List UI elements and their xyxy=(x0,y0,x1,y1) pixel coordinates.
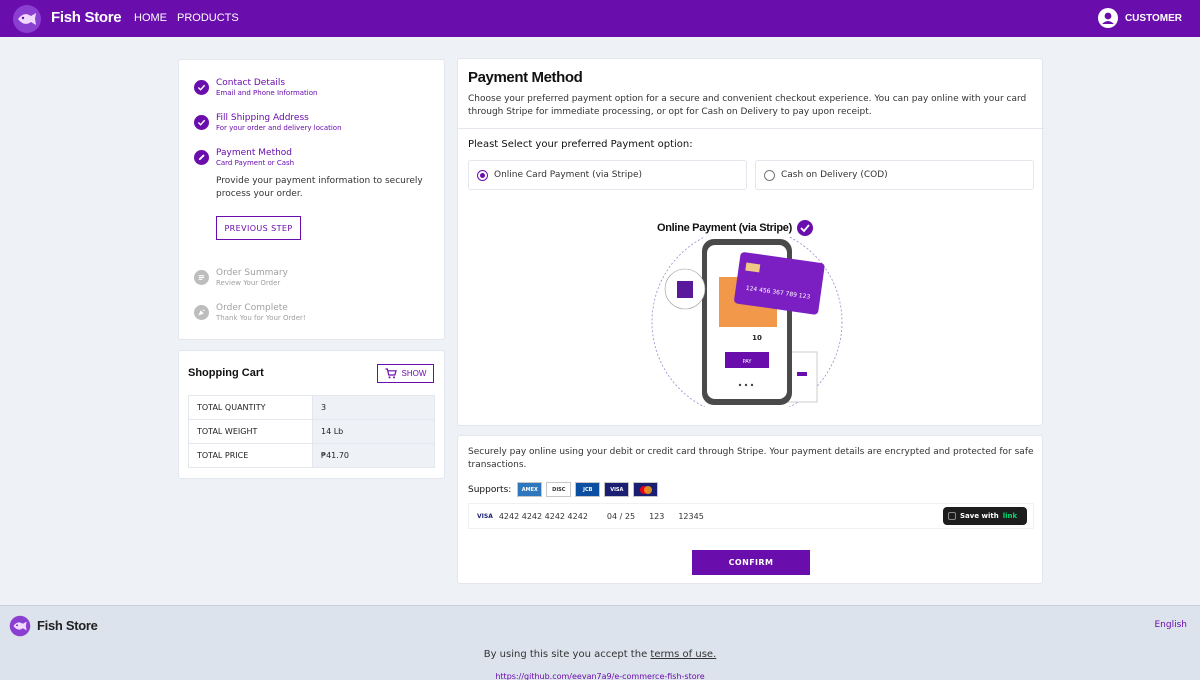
user-menu[interactable]: CUSTOMER xyxy=(1097,8,1182,28)
step-subtitle: Review Your Order xyxy=(216,279,281,287)
top-bar: Fish Store HOME PRODUCTS CUSTOMER xyxy=(0,0,1200,37)
card-zip-input[interactable]: 12345 xyxy=(678,512,703,521)
payment-description: Choose your preferred payment option for… xyxy=(468,94,1027,117)
stripe-description: Securely pay online using your debit or … xyxy=(468,447,1034,470)
language-selector[interactable]: English xyxy=(1155,620,1188,630)
option-cash-on-delivery[interactable]: Cash on Delivery (COD) xyxy=(755,160,1034,190)
terms-notice: By using this site you accept the terms … xyxy=(0,649,1200,660)
table-row: TOTAL QUANTITY 3 xyxy=(188,395,435,420)
table-row: TOTAL WEIGHT 14 Lb xyxy=(188,419,435,444)
nav-products-link[interactable]: PRODUCTS xyxy=(177,12,239,24)
mastercard-icon xyxy=(633,482,659,497)
account-circle-icon[interactable] xyxy=(1097,8,1118,28)
save-with-link-button[interactable]: Save with link xyxy=(943,507,1027,525)
celebration-icon xyxy=(194,305,209,320)
radio-selected[interactable] xyxy=(477,169,488,181)
check-circle-icon xyxy=(194,80,209,95)
cart-summary-table: TOTAL QUANTITY 3 TOTAL WEIGHT 14 Lb TOTA… xyxy=(188,395,435,468)
cart-row-label: TOTAL PRICE xyxy=(188,443,313,468)
illustration-title-text: Online Payment (via Stripe) xyxy=(657,222,792,234)
option-label: Online Card Payment (via Stripe) xyxy=(494,170,642,180)
fish-store-logo[interactable] xyxy=(9,615,31,637)
list-icon xyxy=(194,270,209,285)
discover-icon: DISC xyxy=(546,482,572,497)
shopping-cart-card: Shopping Cart SHOW TOTAL QUANTITY 3 TOTA… xyxy=(178,350,445,479)
amex-icon: AMEX xyxy=(517,482,543,497)
cart-row-value: ₱41.70 xyxy=(312,443,435,468)
step-subtitle: Email and Phone Information xyxy=(216,89,318,97)
footer-brand: Fish Store xyxy=(37,618,98,633)
step-subtitle: Thank You for Your Order! xyxy=(216,314,306,322)
stripe-payment-card: Securely pay online using your debit or … xyxy=(457,435,1043,584)
terms-prefix: By using this site you accept the xyxy=(483,649,648,660)
step-subtitle: For your order and delivery location xyxy=(216,124,342,132)
card-cvc-input[interactable]: 123 xyxy=(649,512,664,521)
cart-row-label: TOTAL QUANTITY xyxy=(188,395,313,420)
visa-icon: VISA xyxy=(604,482,630,497)
table-row: TOTAL PRICE ₱41.70 xyxy=(188,443,435,468)
illustration-title: Online Payment (via Stripe) xyxy=(657,220,813,236)
page-title: Payment Method xyxy=(468,69,583,86)
edit-pencil-icon xyxy=(194,150,209,165)
checkout-stepper: Contact Details Email and Phone Informat… xyxy=(178,59,445,340)
payment-method-card: Payment Method Choose your preferred pay… xyxy=(457,58,1044,426)
link-word: link xyxy=(1002,512,1018,520)
cart-row-label: TOTAL WEIGHT xyxy=(188,419,313,444)
card-number-input[interactable]: 4242 4242 4242 4242 xyxy=(499,512,588,521)
step-title: Contact Details xyxy=(216,78,286,88)
payment-option-label: Pleast Select your preferred Payment opt… xyxy=(468,139,693,150)
show-cart-label: SHOW xyxy=(401,369,427,378)
step-title: Order Summary xyxy=(216,268,288,278)
pay-amount: 10 xyxy=(752,334,762,342)
check-circle-icon xyxy=(796,220,813,236)
cart-title: Shopping Cart xyxy=(188,367,264,379)
shopping-cart-icon xyxy=(385,368,397,379)
brand-name[interactable]: Fish Store xyxy=(51,9,122,26)
step-title: Order Complete xyxy=(216,303,288,313)
user-label[interactable]: CUSTOMER xyxy=(1125,13,1182,24)
pay-label: PAY xyxy=(743,359,753,365)
fish-store-logo[interactable] xyxy=(12,4,42,34)
option-label: Cash on Delivery (COD) xyxy=(781,170,888,180)
nav-home-link[interactable]: HOME xyxy=(134,12,167,24)
cart-row-value: 14 Lb xyxy=(312,419,435,444)
terms-of-use-link[interactable]: terms of use. xyxy=(650,649,716,660)
jcb-icon: JCB xyxy=(575,482,601,497)
footer: Fish Store English By using this site yo… xyxy=(0,605,1200,680)
step-title: Fill Shipping Address xyxy=(216,113,309,123)
divider xyxy=(458,128,1044,129)
cart-row-value: 3 xyxy=(312,395,435,420)
supports-label: Supports: xyxy=(468,484,512,495)
card-expiry-input[interactable]: 04 / 25 xyxy=(607,512,635,521)
step-title: Payment Method xyxy=(216,148,293,158)
previous-step-button[interactable]: PREVIOUS STEP xyxy=(216,216,301,240)
main-nav: HOME PRODUCTS xyxy=(134,12,239,24)
checkbox[interactable] xyxy=(948,512,956,520)
option-online-card-payment[interactable]: Online Card Payment (via Stripe) xyxy=(468,160,747,190)
card-input-field[interactable]: VISA 4242 4242 4242 4242 04 / 25 123 123… xyxy=(468,503,1034,529)
online-payment-illustration: PAY 10 124 456 367 789 123 xyxy=(651,237,843,407)
step-description: Provide your payment information to secu… xyxy=(216,176,423,199)
radio-unselected[interactable] xyxy=(764,169,775,181)
show-cart-button[interactable]: SHOW xyxy=(377,364,434,383)
step-subtitle: Card Payment or Cash xyxy=(216,159,295,167)
link-prefix: Save with xyxy=(960,512,999,520)
confirm-button[interactable]: CONFIRM xyxy=(692,550,810,575)
supported-cards: Supports: AMEX DISC JCB VISA xyxy=(468,482,659,497)
check-circle-icon xyxy=(194,115,209,130)
github-repo-link[interactable]: https://github.com/eevan7a9/e-commerce-f… xyxy=(0,672,1200,680)
card-brand: VISA xyxy=(477,512,493,520)
